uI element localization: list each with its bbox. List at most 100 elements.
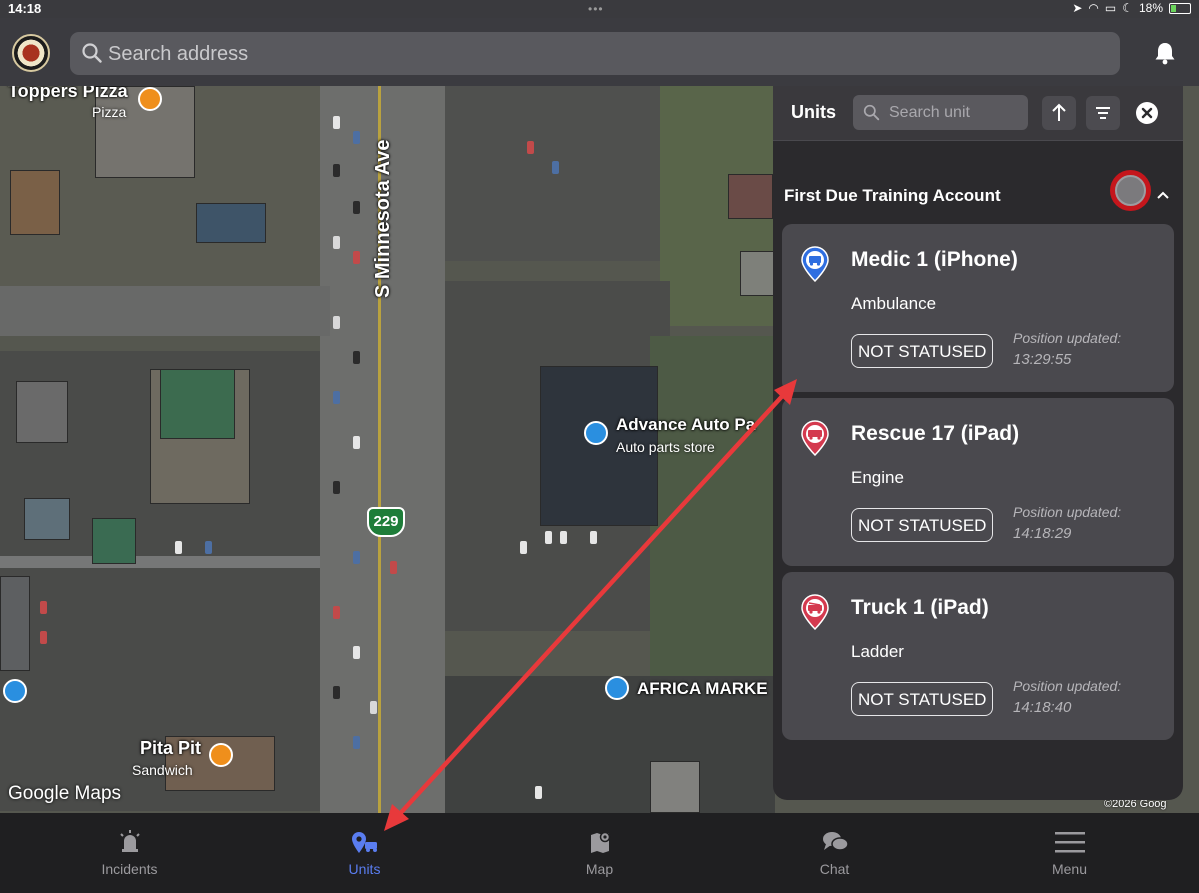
map-roof <box>92 518 136 564</box>
units-panel-title: Units <box>791 102 836 122</box>
hamburger-menu-icon <box>1055 832 1085 853</box>
interstate-shield: 229 <box>367 507 405 537</box>
search-icon <box>82 43 102 63</box>
close-panel-button[interactable] <box>1136 102 1158 124</box>
position-updated-time: 13:29:55 <box>1013 351 1072 368</box>
address-search-input[interactable]: Search address <box>108 43 248 66</box>
shopping-cart-pin-icon[interactable] <box>3 679 27 703</box>
map-label-pita-pit[interactable]: Pita Pit <box>140 738 201 759</box>
map-car <box>333 481 340 494</box>
map-label-advance-auto[interactable]: Advance Auto Pa <box>616 415 755 435</box>
fire-department-badge-icon[interactable] <box>12 34 50 72</box>
map-roof <box>10 170 60 235</box>
unit-name: Truck 1 (iPad) <box>851 596 989 619</box>
nav-units[interactable]: Units <box>247 813 482 893</box>
fire-truck-pin-icon <box>801 594 829 630</box>
nav-menu-label: Menu <box>1051 861 1088 877</box>
map-road-cross <box>0 556 320 568</box>
map-label-toppers[interactable]: Toppers Pizza <box>8 86 128 102</box>
position-updated-label: Position updated: <box>1013 504 1122 520</box>
map-car <box>590 531 597 544</box>
battery-percent: 18% <box>1138 1 1163 15</box>
map-label-africa-market[interactable]: AFRICA MARKE <box>637 679 768 699</box>
map-car <box>535 786 542 799</box>
restaurant-pin-icon[interactable] <box>138 87 162 111</box>
shopping-bag-pin-icon[interactable] <box>584 421 608 445</box>
map-car <box>353 131 360 144</box>
filter-button[interactable] <box>1086 96 1120 130</box>
map-car <box>40 631 47 644</box>
map-car <box>353 551 360 564</box>
nav-menu[interactable]: Menu <box>952 813 1187 893</box>
position-updated-label: Position updated: <box>1013 678 1122 694</box>
map-car <box>353 201 360 214</box>
map-car <box>333 236 340 249</box>
unit-type: Ladder <box>851 642 904 661</box>
nav-map-label: Map <box>585 861 614 877</box>
map-car <box>353 251 360 264</box>
app-root: 14:18 ••• ➤ ◠ ▭ ☾ 18% Search address Top… <box>0 0 1199 893</box>
map-car <box>333 391 340 404</box>
map-roof <box>0 576 30 671</box>
unit-status-button[interactable]: NOT STATUSED <box>851 682 994 716</box>
map-roof <box>16 381 68 443</box>
unit-name: Rescue 17 (iPad) <box>851 422 1020 445</box>
nav-incidents-label: Incidents <box>101 861 158 877</box>
unit-search-input[interactable] <box>889 101 1021 125</box>
wifi-icon: ◠ <box>1088 1 1099 15</box>
sort-button[interactable] <box>1042 96 1076 130</box>
map-roof <box>24 498 70 540</box>
map-road-cross <box>0 286 330 336</box>
map-car <box>205 541 212 554</box>
nav-incidents[interactable]: Incidents <box>12 813 247 893</box>
unit-search-box[interactable] <box>853 95 1028 130</box>
map-car <box>333 686 340 699</box>
map-car <box>333 606 340 619</box>
chat-bubbles-icon <box>823 832 849 851</box>
map-car <box>370 701 377 714</box>
unit-status-button[interactable]: NOT STATUSED <box>851 334 994 368</box>
map-car <box>552 161 559 174</box>
map-roof <box>728 174 773 219</box>
position-updated-label: Position updated: <box>1013 330 1122 346</box>
map-roof <box>160 369 235 439</box>
position-updated-time: 14:18:40 <box>1013 699 1072 716</box>
chevron-up-icon[interactable] <box>1156 190 1170 200</box>
unit-type: Engine <box>851 468 904 487</box>
search-icon <box>863 104 880 121</box>
screen-mirror-icon: ▭ <box>1104 1 1117 15</box>
map-car <box>175 541 182 554</box>
nav-map[interactable]: Map <box>482 813 717 893</box>
address-search-bar[interactable]: Search address <box>70 32 1120 75</box>
status-time: 14:18 <box>8 1 42 16</box>
units-panel: Units First Due Training Account Medic 1… <box>773 86 1183 800</box>
bell-icon[interactable] <box>1152 40 1178 66</box>
map-car <box>560 531 567 544</box>
moon-icon: ☾ <box>1122 1 1133 15</box>
fire-engine-pin-icon <box>801 420 829 456</box>
map-car <box>353 646 360 659</box>
close-icon <box>1141 107 1153 119</box>
map-green <box>650 336 775 676</box>
unit-card-truck-1[interactable]: Truck 1 (iPad) Ladder NOT STATUSED Posit… <box>782 572 1174 740</box>
map-sublabel-toppers: Pizza <box>92 104 127 120</box>
nav-chat[interactable]: Chat <box>717 813 952 893</box>
shopping-cart-pin-icon[interactable] <box>605 676 629 700</box>
account-toggle[interactable] <box>1110 170 1151 211</box>
bottom-navigation: Incidents Units Map Chat Menu <box>0 813 1199 893</box>
map-label-street: S Minnesota Ave <box>372 139 394 298</box>
nav-units-label: Units <box>348 861 381 877</box>
unit-card-rescue-17[interactable]: Rescue 17 (iPad) Engine NOT STATUSED Pos… <box>782 398 1174 566</box>
unit-card-medic-1[interactable]: Medic 1 (iPhone) Ambulance NOT STATUSED … <box>782 224 1174 392</box>
unit-status-button[interactable]: NOT STATUSED <box>851 508 994 542</box>
ambulance-pin-icon <box>801 246 829 282</box>
top-bar: Search address <box>0 18 1199 86</box>
multitask-dots-icon[interactable]: ••• <box>588 2 604 16</box>
map-roof <box>650 761 700 813</box>
units-panel-header: Units <box>773 86 1183 141</box>
units-pin-icon <box>352 832 377 853</box>
location-icon: ➤ <box>1072 1 1083 15</box>
account-group-title[interactable]: First Due Training Account <box>784 186 1001 206</box>
map-roof <box>196 203 266 243</box>
restaurant-pin-icon[interactable] <box>209 743 233 767</box>
